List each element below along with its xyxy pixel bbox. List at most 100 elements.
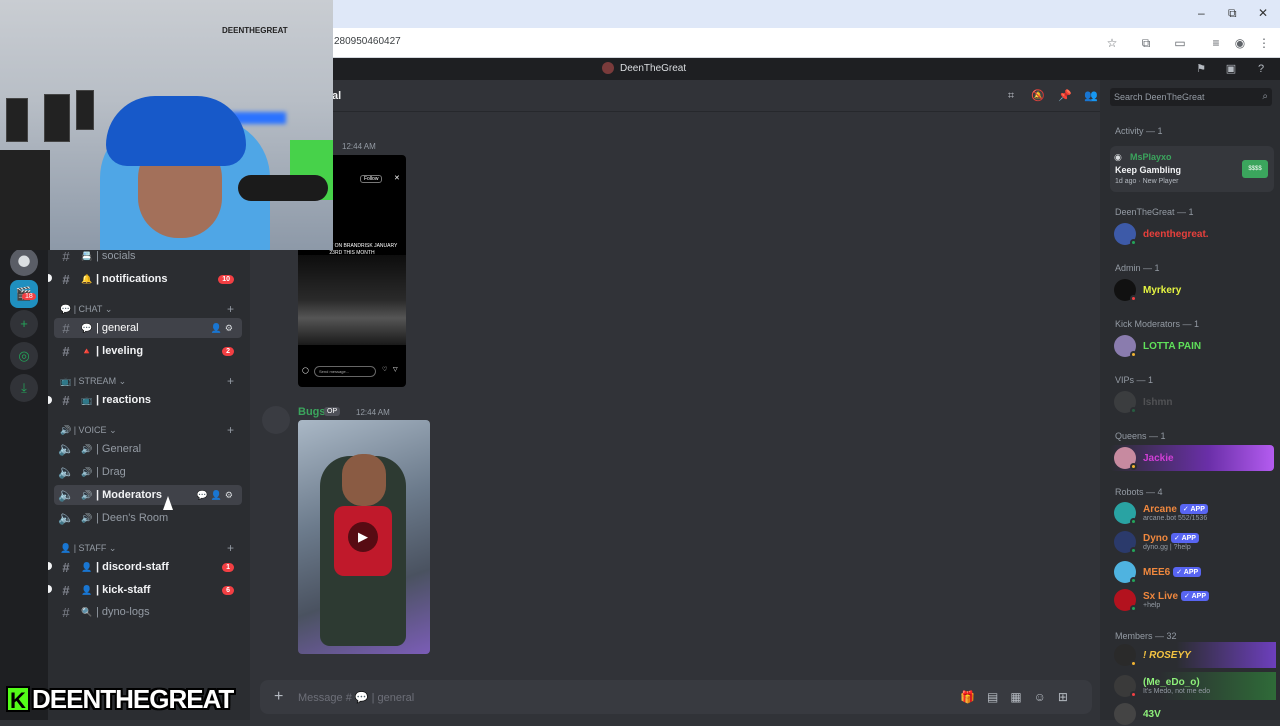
hash-icon: # xyxy=(62,604,70,620)
app-badge-label: APP xyxy=(1191,593,1206,601)
add-attachment-icon[interactable]: + xyxy=(274,688,283,706)
voice-channel-drag[interactable]: 🔈 🔊 | Drag xyxy=(54,462,242,482)
avatar xyxy=(1114,391,1137,414)
channel-label: | notifications xyxy=(96,273,168,285)
bot-row[interactable]: Dyno ✓ APP dyno.gg | ?help xyxy=(1110,530,1276,554)
category-voice[interactable]: 🔊 | VOICE ⌄ + xyxy=(60,423,242,437)
avatar xyxy=(1114,447,1137,470)
message-author[interactable]: Bugs xyxy=(298,406,326,418)
channel-discord-staff[interactable]: # 👤 | discord-staff 1 xyxy=(54,557,242,577)
member-row[interactable]: 43V xyxy=(1110,702,1276,726)
extensions-icon[interactable]: ⧉ xyxy=(1138,35,1154,51)
message-input-box[interactable]: + Message # 💬 | general 🎁▤▦☺⊞ xyxy=(260,680,1092,714)
activity-card[interactable]: ◉ MsPlayxo Keep Gambling 1d ago · New Pl… xyxy=(1110,146,1274,192)
threads-icon[interactable]: ⌗ xyxy=(1004,89,1018,103)
add-server-icon[interactable]: + xyxy=(10,310,38,338)
category-chat[interactable]: 💬 | CHAT ⌄ + xyxy=(60,302,242,316)
bot-row[interactable]: MEE6 ✓ APP xyxy=(1110,560,1276,584)
member-row[interactable]: Jackie xyxy=(1110,446,1276,470)
member-row[interactable]: (Me_eDo_o) It's Medo, not me edo xyxy=(1110,674,1276,698)
voice-channel-general[interactable]: 🔈 🔊 | General xyxy=(54,439,242,459)
server-icon[interactable]: 🌑 xyxy=(10,248,38,276)
channel-general[interactable]: # 💬 | general 👤⚙ xyxy=(54,318,242,338)
pin-icon[interactable]: 📌 xyxy=(1058,89,1072,103)
member-list: Search DeenTheGreat ⌕ Activity — 1 ◉ MsP… xyxy=(1100,80,1280,725)
online-status-icon xyxy=(1130,518,1137,525)
avatar[interactable] xyxy=(262,406,290,434)
streamer-bonnet xyxy=(106,96,246,166)
video-attachment[interactable]: ▶ xyxy=(298,420,430,654)
server-avatar-icon xyxy=(602,62,614,74)
voice-channel-tools-icons[interactable]: 💬👤⚙ xyxy=(197,490,236,501)
channel-leveling[interactable]: # 🔺 | leveling 2 xyxy=(54,341,242,361)
search-input[interactable]: Search DeenTheGreat ⌕ xyxy=(1110,88,1272,106)
idle-status-icon xyxy=(1130,463,1137,470)
bookmark-star-icon[interactable]: ☆ xyxy=(1104,35,1120,51)
channel-emoji: 📺 xyxy=(81,394,93,405)
add-channel-icon[interactable]: + xyxy=(227,541,234,555)
wall-poster xyxy=(76,90,94,130)
close-window-icon[interactable]: ✕ xyxy=(1258,6,1268,20)
chevron-down-icon: ⌄ xyxy=(116,375,127,386)
channel-label: | dyno-logs xyxy=(96,606,150,618)
message-list: 12:44 AM Follow ✕ AL. I FIGHT ON BRANDRI… xyxy=(250,112,1100,676)
minimize-icon[interactable]: – xyxy=(1198,6,1205,20)
url-text[interactable]: 280950460427 xyxy=(334,36,401,47)
bot-status: +help xyxy=(1143,602,1161,609)
bot-name: MEE6 xyxy=(1143,566,1171,578)
hash-icon: # xyxy=(62,392,70,408)
chevron-down-icon: ⌄ xyxy=(106,424,117,435)
add-channel-icon[interactable]: + xyxy=(227,423,234,437)
member-name: LOTTA PAIN xyxy=(1143,340,1202,352)
mute-bell-icon[interactable]: 🔕 xyxy=(1031,89,1045,103)
member-row[interactable]: deenthegreat. xyxy=(1110,222,1276,246)
media-icon[interactable]: ≡ xyxy=(1208,35,1224,51)
flag-icon[interactable]: ⚑ xyxy=(1194,62,1208,76)
message-input[interactable]: Message # 💬 | general xyxy=(298,691,414,704)
voice-channel-moderators[interactable]: 🔈 🔊 | Moderators 💬👤⚙ xyxy=(54,485,242,505)
channel-kick-staff[interactable]: # 👤 | kick-staff 6 xyxy=(54,580,242,600)
add-channel-icon[interactable]: + xyxy=(227,302,234,316)
category-staff[interactable]: 👤 | STAFF ⌄ + xyxy=(60,541,242,555)
server-mention-badge: 18 xyxy=(22,293,36,300)
avatar xyxy=(1114,561,1137,584)
online-status-icon xyxy=(1130,605,1137,612)
hash-icon: # xyxy=(62,320,70,336)
member-status: It's Medo, not me edo xyxy=(1143,688,1211,695)
member-row[interactable]: ! ROSEYY xyxy=(1110,643,1276,667)
app-badge: ✓ APP xyxy=(1173,566,1202,577)
member-row[interactable]: Myrkery xyxy=(1110,278,1276,302)
phone-message-input: Send message... xyxy=(314,366,376,377)
bot-row[interactable]: Arcane ✓ APP arcane.bot 552/1536 xyxy=(1110,501,1276,525)
cast-icon[interactable]: ▭ xyxy=(1172,35,1188,51)
bot-name: Arcane xyxy=(1143,504,1177,515)
member-name: Jackie xyxy=(1143,452,1174,464)
maximize-icon[interactable]: ⧉ xyxy=(1228,6,1237,21)
channel-reactions[interactable]: # 📺 | reactions xyxy=(54,390,242,410)
member-row[interactable]: LOTTA PAIN xyxy=(1110,334,1276,358)
member-name: ! ROSEYY xyxy=(1143,649,1191,661)
hash-icon: # xyxy=(62,271,70,287)
help-icon[interactable]: ? xyxy=(1254,62,1268,76)
channel-settings-icons[interactable]: 👤⚙ xyxy=(211,323,236,334)
member-name: 43V xyxy=(1143,708,1161,720)
app-badge-label: APP xyxy=(1183,568,1199,576)
explore-icon[interactable]: ◎ xyxy=(10,342,38,370)
member-list-icon[interactable]: 👥 xyxy=(1084,89,1098,103)
close-icon: ✕ xyxy=(394,175,400,182)
profile-icon[interactable]: ◉ xyxy=(1232,35,1248,51)
more-menu-icon[interactable]: ⋮ xyxy=(1256,35,1272,51)
unread-indicator xyxy=(48,396,52,404)
member-row[interactable]: Ishmn xyxy=(1110,390,1276,414)
add-channel-icon[interactable]: + xyxy=(227,374,234,388)
bot-row[interactable]: Sx Live ✓ APP +help xyxy=(1110,588,1276,612)
inbox-icon[interactable]: ▣ xyxy=(1224,62,1238,76)
play-icon[interactable]: ▶ xyxy=(348,522,378,552)
channel-notifications[interactable]: # 🔔 | notifications 10 xyxy=(54,269,242,289)
download-icon[interactable]: ⤓ xyxy=(10,374,38,402)
bot-status: arcane.bot 552/1536 xyxy=(1143,515,1208,522)
category-stream[interactable]: 📺 | STREAM ⌄ + xyxy=(60,374,242,388)
voice-channel-deens-room[interactable]: 🔈 🔊 | Deen's Room xyxy=(54,508,242,528)
composer-tools-icons[interactable]: 🎁▤▦☺⊞ xyxy=(960,690,1080,704)
channel-dyno-logs[interactable]: # 🔍 | dyno-logs xyxy=(54,602,242,622)
